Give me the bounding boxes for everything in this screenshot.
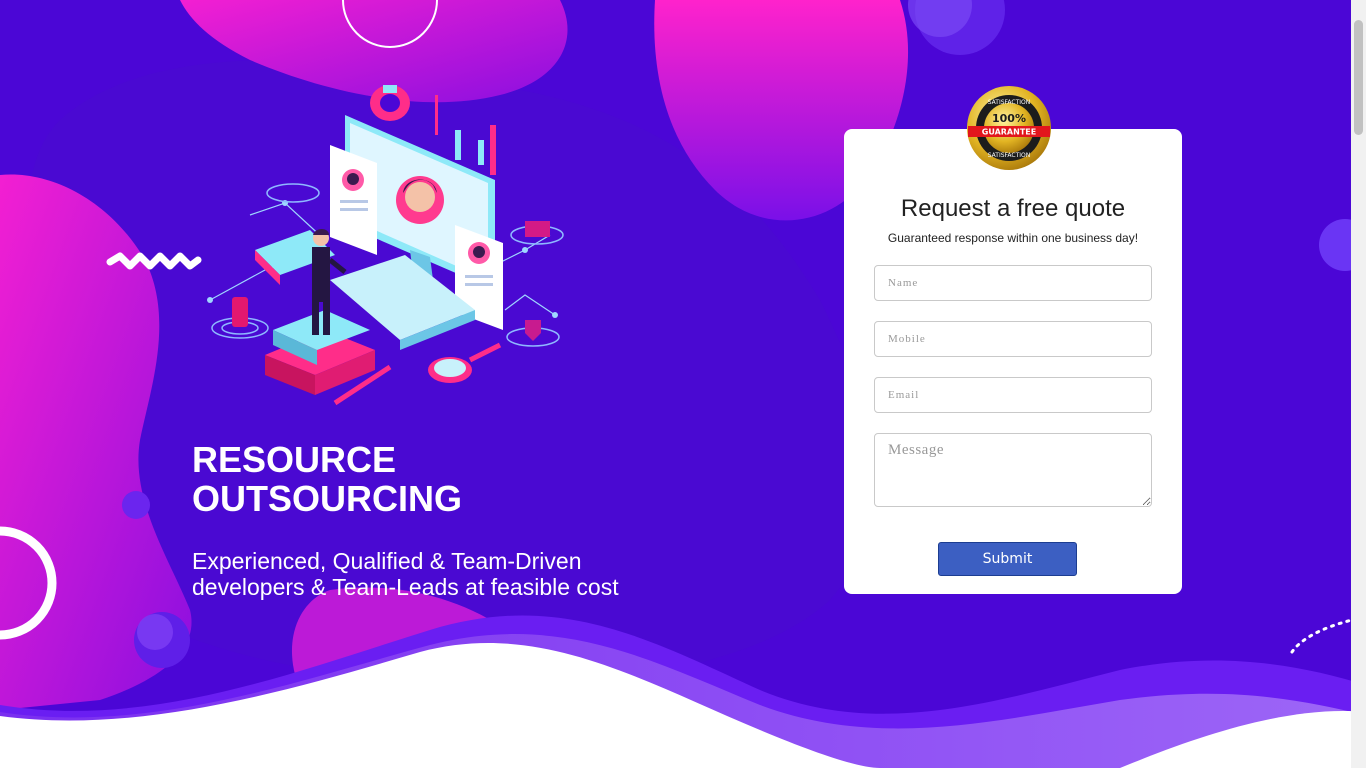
name-input[interactable]	[874, 265, 1152, 301]
landing-page: RESOURCE OUTSOURCING Experienced, Qualif…	[0, 0, 1366, 768]
badge-top-text: SATISFACTION	[988, 99, 1031, 106]
scrollbar-thumb[interactable]	[1354, 20, 1363, 135]
badge-ribbon-text: GUARANTEE	[982, 128, 1036, 137]
satisfaction-guarantee-badge-icon: SATISFACTION 100% GUARANTEE SATISFACTION	[967, 86, 1051, 170]
resume-profile-illustration	[207, 85, 564, 406]
submit-button[interactable]: Submit	[938, 542, 1077, 576]
vertical-scrollbar[interactable]	[1351, 0, 1366, 768]
hero-section: RESOURCE OUTSOURCING Experienced, Qualif…	[192, 440, 662, 600]
badge-center-text: 100%	[992, 112, 1026, 125]
form-title: Request a free quote	[900, 195, 1126, 222]
hero-subtitle: Experienced, Qualified & Team-Driven dev…	[192, 548, 619, 600]
message-textarea[interactable]	[874, 433, 1152, 507]
form-subtitle: Guaranteed response within one business …	[887, 231, 1139, 245]
hero-title: RESOURCE OUTSOURCING	[192, 439, 462, 519]
quote-form-card: Request a free quote Guaranteed response…	[844, 129, 1182, 594]
badge-bottom-text: SATISFACTION	[988, 152, 1031, 159]
mobile-input[interactable]	[874, 321, 1152, 357]
email-input[interactable]	[874, 377, 1152, 413]
